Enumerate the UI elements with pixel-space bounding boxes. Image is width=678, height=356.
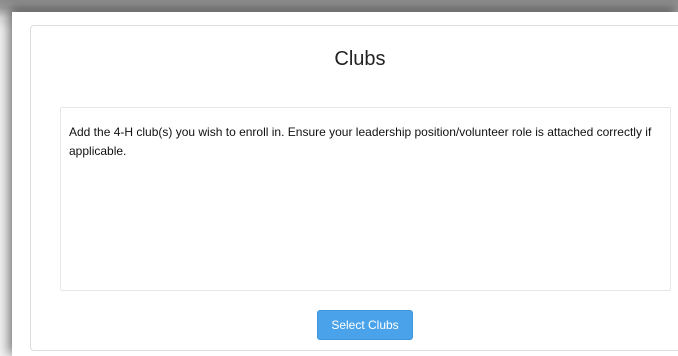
- instructions-text: Add the 4-H club(s) you wish to enroll i…: [69, 125, 652, 158]
- page-viewport: Clubs Add the 4-H club(s) you wish to en…: [12, 12, 678, 356]
- select-clubs-button[interactable]: Select Clubs: [317, 310, 413, 340]
- panel-title: Clubs: [334, 48, 386, 70]
- clubs-panel: Clubs Add the 4-H club(s) you wish to en…: [30, 25, 678, 351]
- instructions-box: Add the 4-H club(s) you wish to enroll i…: [60, 107, 671, 291]
